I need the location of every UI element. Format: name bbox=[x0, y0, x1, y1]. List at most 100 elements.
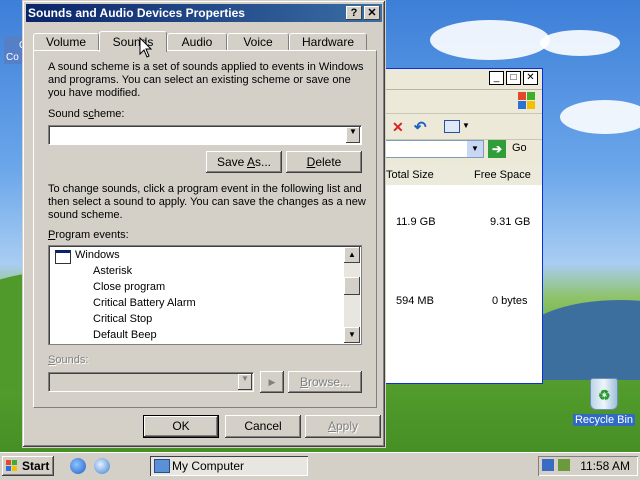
taskbar: Start My Computer 11:58 AM bbox=[0, 452, 640, 480]
event-item[interactable]: Close program bbox=[93, 281, 165, 293]
dialog-titlebar[interactable]: Sounds and Audio Devices Properties ? ✕ bbox=[26, 4, 382, 22]
program-events-label: Program events: bbox=[48, 229, 129, 242]
events-description: To change sounds, click a program event … bbox=[48, 183, 366, 221]
maximize-button[interactable]: □ bbox=[506, 71, 521, 85]
events-scrollbar[interactable]: ▲ ▼ bbox=[344, 247, 360, 343]
tab-voice[interactable]: Voice bbox=[227, 33, 289, 51]
go-label: Go bbox=[512, 142, 527, 154]
taskbar-item-my-computer[interactable]: My Computer bbox=[150, 456, 308, 476]
play-button[interactable]: ▶ bbox=[260, 371, 284, 393]
go-arrow-icon: ➔ bbox=[488, 140, 506, 158]
access-key: D bbox=[306, 155, 316, 169]
minimize-button[interactable]: _ bbox=[489, 71, 504, 85]
delete-button[interactable]: Delete bbox=[286, 151, 362, 173]
event-group-windows[interactable]: Windows bbox=[75, 249, 120, 261]
recycle-bin-icon: ♻ bbox=[590, 378, 618, 410]
undo-icon[interactable]: ↶ bbox=[414, 118, 427, 136]
clock[interactable]: 11:58 AM bbox=[580, 459, 630, 473]
speaker-icon[interactable] bbox=[558, 459, 570, 471]
dialog-title: Sounds and Audio Devices Properties bbox=[28, 6, 245, 20]
event-item[interactable]: Critical Stop bbox=[93, 313, 152, 325]
chevron-down-icon[interactable]: ▼ bbox=[467, 141, 483, 157]
access-key: B bbox=[299, 375, 308, 389]
label-text: elete bbox=[315, 155, 342, 169]
play-icon: ▶ bbox=[268, 377, 276, 387]
chevron-down-icon[interactable]: ▼ bbox=[238, 374, 252, 390]
chevron-down-icon[interactable]: ▼ bbox=[462, 121, 470, 130]
label-text: Save bbox=[216, 155, 247, 169]
chevron-down-icon[interactable]: ▼ bbox=[346, 127, 360, 143]
mouse-pointer-icon bbox=[139, 37, 153, 58]
sound-scheme-dropdown[interactable]: ▼ bbox=[48, 125, 362, 145]
drive-total-size: 11.9 GB bbox=[396, 216, 436, 228]
drive-total-size: 594 MB bbox=[396, 295, 434, 307]
scroll-down-icon[interactable]: ▼ bbox=[344, 327, 360, 343]
cloud bbox=[430, 20, 550, 60]
views-icon[interactable] bbox=[444, 120, 460, 133]
tab-sounds[interactable]: Sounds bbox=[99, 31, 167, 52]
network-icon[interactable] bbox=[542, 459, 554, 471]
event-item[interactable]: Critical Battery Alarm bbox=[93, 297, 196, 309]
scroll-up-icon[interactable]: ▲ bbox=[344, 247, 360, 263]
sounds-dropdown[interactable]: ▼ bbox=[48, 372, 254, 392]
go-button[interactable]: ➔ Go bbox=[488, 140, 538, 158]
column-total-size[interactable]: Total Size bbox=[386, 169, 434, 181]
sounds-tab-panel: A sound scheme is a set of sounds applie… bbox=[33, 50, 377, 408]
ok-button[interactable]: OK bbox=[143, 415, 219, 438]
cloud bbox=[560, 100, 640, 134]
close-button[interactable]: ✕ bbox=[364, 6, 380, 20]
computer-icon bbox=[154, 459, 170, 473]
label-text: rowse... bbox=[308, 375, 351, 389]
my-computer-window[interactable]: _ □ ✕ ✕ ↶ ▼ ▼ ➔ Go Total Size Free Space bbox=[375, 68, 543, 384]
internet-explorer-icon[interactable] bbox=[70, 458, 86, 474]
tab-volume[interactable]: Volume bbox=[33, 33, 99, 51]
recycle-bin-label: Recycle Bin bbox=[572, 414, 636, 426]
drive-list: 11.9 GB 9.31 GB 594 MB 0 bytes bbox=[376, 185, 542, 383]
tab-audio[interactable]: Audio bbox=[167, 33, 227, 51]
drive-free-space: 0 bytes bbox=[492, 295, 528, 307]
address-input[interactable]: ▼ bbox=[378, 140, 484, 158]
windows-logo-icon bbox=[518, 92, 536, 110]
column-free-space[interactable]: Free Space bbox=[474, 169, 531, 181]
event-item[interactable]: Default Beep bbox=[93, 329, 157, 341]
sound-scheme-label: Sound scheme: bbox=[48, 108, 124, 121]
label-text: heme: bbox=[93, 108, 125, 120]
windows-folder-icon bbox=[55, 250, 71, 264]
label-text: Sound s bbox=[48, 108, 89, 120]
sounds-label: Sounds: bbox=[48, 354, 88, 367]
window-titlebar[interactable]: _ □ ✕ bbox=[376, 69, 542, 90]
media-player-icon[interactable] bbox=[94, 458, 110, 474]
label-text: pply bbox=[336, 419, 359, 433]
menu-bar bbox=[376, 89, 542, 114]
drive-free-space: 9.31 GB bbox=[490, 216, 531, 228]
cloud bbox=[540, 30, 620, 56]
save-as-button[interactable]: Save As... bbox=[206, 151, 282, 173]
delete-icon[interactable]: ✕ bbox=[392, 119, 404, 136]
recycle-bin[interactable]: ♻ Recycle Bin bbox=[572, 378, 636, 426]
system-tray: 11:58 AM bbox=[538, 456, 638, 476]
toolbar: ✕ ↶ ▼ bbox=[376, 115, 542, 140]
cancel-button[interactable]: Cancel bbox=[225, 415, 301, 438]
label-text: ounds: bbox=[55, 354, 89, 366]
help-button[interactable]: ? bbox=[346, 6, 362, 20]
start-button[interactable]: Start bbox=[2, 456, 54, 476]
tab-hardware[interactable]: Hardware bbox=[289, 33, 367, 51]
column-headers: Total Size Free Space bbox=[376, 165, 542, 186]
start-label: Start bbox=[22, 459, 50, 473]
scroll-thumb[interactable] bbox=[344, 277, 360, 295]
program-events-list[interactable]: Windows Asterisk Close program Critical … bbox=[48, 245, 362, 345]
taskbar-item-label: My Computer bbox=[172, 459, 245, 473]
label-text: rogram events: bbox=[55, 229, 129, 241]
browse-button[interactable]: Browse... bbox=[288, 371, 362, 393]
scheme-description: A sound scheme is a set of sounds applie… bbox=[48, 61, 364, 99]
close-button[interactable]: ✕ bbox=[523, 71, 538, 85]
sounds-properties-dialog[interactable]: Sounds and Audio Devices Properties ? ✕ … bbox=[22, 0, 386, 448]
windows-logo-icon bbox=[6, 460, 18, 472]
access-key: A bbox=[327, 419, 336, 433]
access-key: A bbox=[247, 155, 256, 169]
event-item[interactable]: Asterisk bbox=[93, 265, 132, 277]
apply-button[interactable]: Apply bbox=[305, 415, 381, 438]
address-bar: ▼ ➔ Go bbox=[376, 139, 542, 163]
label-text: s... bbox=[255, 155, 272, 169]
desktop-icon-label: Co bbox=[6, 52, 19, 63]
